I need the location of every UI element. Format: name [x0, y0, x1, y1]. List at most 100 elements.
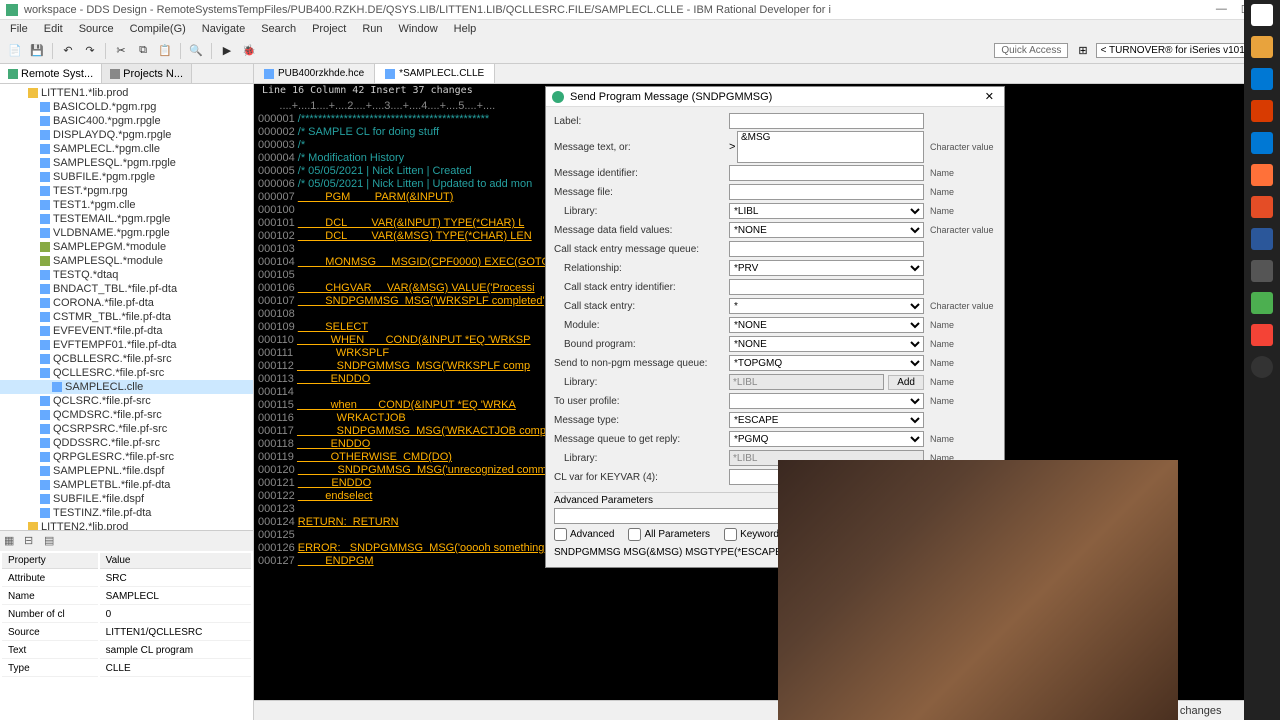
outlook-icon[interactable]	[1251, 132, 1273, 154]
edge-icon[interactable]	[1251, 68, 1273, 90]
tree-item[interactable]: QDDSSRC.*file.pf-src	[0, 436, 253, 450]
field-input[interactable]: *PGMQ	[729, 431, 924, 447]
prop-icon[interactable]: ▤	[44, 534, 58, 548]
word-icon[interactable]	[1251, 228, 1273, 250]
office-icon[interactable]	[1251, 100, 1273, 122]
tree-item[interactable]: VLDBNAME.*pgm.rpgle	[0, 226, 253, 240]
prop-icon[interactable]: ⊟	[24, 534, 38, 548]
dialog-close-icon[interactable]: ✕	[981, 90, 998, 103]
task-icon[interactable]	[1251, 36, 1273, 58]
firefox-icon[interactable]	[1251, 164, 1273, 186]
menu-project[interactable]: Project	[306, 21, 352, 37]
editor-tab[interactable]: PUB400rzkhde.hce	[254, 64, 375, 83]
field-input[interactable]: *NONE	[729, 336, 924, 352]
check-allparams[interactable]: All Parameters	[628, 528, 710, 541]
quick-access[interactable]: Quick Access	[994, 43, 1068, 58]
field-input[interactable]	[729, 184, 924, 200]
tab-projects[interactable]: Projects N...	[102, 64, 192, 83]
tree-item[interactable]: SUBFILE.*file.dspf	[0, 492, 253, 506]
tree-item[interactable]: QRPGLESRC.*file.pf-src	[0, 450, 253, 464]
menu-compile(g)[interactable]: Compile(G)	[124, 21, 192, 37]
new-icon[interactable]: 📄	[6, 42, 24, 60]
tree-item[interactable]: BNDACT_TBL.*file.pf-dta	[0, 282, 253, 296]
tree-item[interactable]: LITTEN1.*lib.prod	[0, 86, 253, 100]
run-icon[interactable]: ▶	[218, 42, 236, 60]
field-input[interactable]	[729, 241, 924, 257]
turnover-perspective[interactable]: < TURNOVER® for iSeries v101>	[1096, 43, 1256, 58]
menu-help[interactable]: Help	[448, 21, 483, 37]
tree-item[interactable]: SUBFILE.*pgm.rpgle	[0, 170, 253, 184]
tree-item[interactable]: QCLLESRC.*file.pf-src	[0, 366, 253, 380]
tree-item[interactable]: SAMPLEPGM.*module	[0, 240, 253, 254]
field-input[interactable]	[729, 279, 924, 295]
tree-item[interactable]: EVFEVENT.*file.pf-dta	[0, 324, 253, 338]
field-input[interactable]: *	[729, 298, 924, 314]
app-icon[interactable]	[1251, 292, 1273, 314]
menu-edit[interactable]: Edit	[38, 21, 69, 37]
terminal-icon[interactable]	[1251, 260, 1273, 282]
menu-navigate[interactable]: Navigate	[196, 21, 251, 37]
save-icon[interactable]: 💾	[28, 42, 46, 60]
redo-icon[interactable]: ↷	[81, 42, 99, 60]
field-label: CL var for KEYVAR (4):	[554, 472, 729, 483]
tree-item[interactable]: DISPLAYDQ.*pgm.rpgle	[0, 128, 253, 142]
tree-item[interactable]: SAMPLETBL.*file.pf-dta	[0, 478, 253, 492]
menu-window[interactable]: Window	[393, 21, 444, 37]
field-input[interactable]	[729, 165, 924, 181]
field-input[interactable]: *LIBL	[729, 203, 924, 219]
tree-item[interactable]: QCSRPSRC.*file.pf-src	[0, 422, 253, 436]
tree-item[interactable]: SAMPLESQL.*pgm.rpgle	[0, 156, 253, 170]
perspective-icon[interactable]: ⊞	[1078, 44, 1087, 57]
copy-icon[interactable]: ⧉	[134, 42, 152, 60]
tree-item[interactable]: TESTINZ.*file.pf-dta	[0, 506, 253, 520]
tree-item[interactable]: TEST.*pgm.rpg	[0, 184, 253, 198]
add-button[interactable]: Add	[888, 375, 924, 390]
field-input[interactable]	[729, 393, 924, 409]
tree-item[interactable]: BASIC400.*pgm.rpgle	[0, 114, 253, 128]
tree-item[interactable]: SAMPLECL.*pgm.clle	[0, 142, 253, 156]
tree-item[interactable]: SAMPLEPNL.*file.dspf	[0, 464, 253, 478]
menu-run[interactable]: Run	[356, 21, 388, 37]
project-tree[interactable]: LITTEN1.*lib.prodBASICOLD.*pgm.rpgBASIC4…	[0, 84, 253, 530]
windows-icon[interactable]	[1251, 4, 1273, 26]
field-input[interactable]	[729, 113, 924, 129]
tab-remote-systems[interactable]: Remote Syst...	[0, 64, 102, 83]
field-input[interactable]: *TOPGMQ	[729, 355, 924, 371]
tree-item[interactable]: TEST1.*pgm.clle	[0, 198, 253, 212]
tree-item[interactable]: CORONA.*file.pf-dta	[0, 296, 253, 310]
menu-file[interactable]: File	[4, 21, 34, 37]
tree-item[interactable]: CSTMR_TBL.*file.pf-dta	[0, 310, 253, 324]
paste-icon[interactable]: 📋	[156, 42, 174, 60]
app-icon[interactable]	[1251, 324, 1273, 346]
minimize-icon[interactable]: —	[1216, 3, 1227, 16]
tree-item[interactable]: SAMPLECL.clle	[0, 380, 253, 394]
tree-item[interactable]: TESTEMAIL.*pgm.rpgle	[0, 212, 253, 226]
check-advanced[interactable]: Advanced	[554, 528, 614, 541]
field-input[interactable]: *PRV	[729, 260, 924, 276]
tree-item[interactable]: SAMPLESQL.*module	[0, 254, 253, 268]
editor-tab[interactable]: *SAMPLECL.CLLE	[375, 64, 495, 83]
menu-search[interactable]: Search	[255, 21, 302, 37]
tree-item[interactable]: QCBLLESRC.*file.pf-src	[0, 352, 253, 366]
tree-item[interactable]: QCLSRC.*file.pf-src	[0, 394, 253, 408]
tree-item[interactable]: BASICOLD.*pgm.rpg	[0, 100, 253, 114]
tree-item[interactable]: QCMDSRC.*file.pf-src	[0, 408, 253, 422]
field-label: Label:	[554, 116, 729, 127]
tree-item[interactable]: TESTQ.*dtaq	[0, 268, 253, 282]
tree-item[interactable]: EVFTEMPF01.*file.pf-dta	[0, 338, 253, 352]
field-input[interactable]: *ESCAPE	[729, 412, 924, 428]
check-keywords[interactable]: Keywords	[724, 528, 784, 541]
search-icon[interactable]: 🔍	[187, 42, 205, 60]
undo-icon[interactable]: ↶	[59, 42, 77, 60]
prop-icon[interactable]: ▦	[4, 534, 18, 548]
field-input[interactable]	[737, 131, 924, 163]
opera-icon[interactable]	[1251, 196, 1273, 218]
field-input[interactable]: *NONE	[729, 222, 924, 238]
cut-icon[interactable]: ✂	[112, 42, 130, 60]
field-input[interactable]: *NONE	[729, 317, 924, 333]
tree-item[interactable]: LITTEN2.*lib.prod	[0, 520, 253, 530]
settings-icon[interactable]	[1251, 356, 1273, 378]
prop-row: NameSAMPLECL	[2, 589, 251, 605]
debug-icon[interactable]: 🐞	[240, 42, 258, 60]
menu-source[interactable]: Source	[73, 21, 120, 37]
